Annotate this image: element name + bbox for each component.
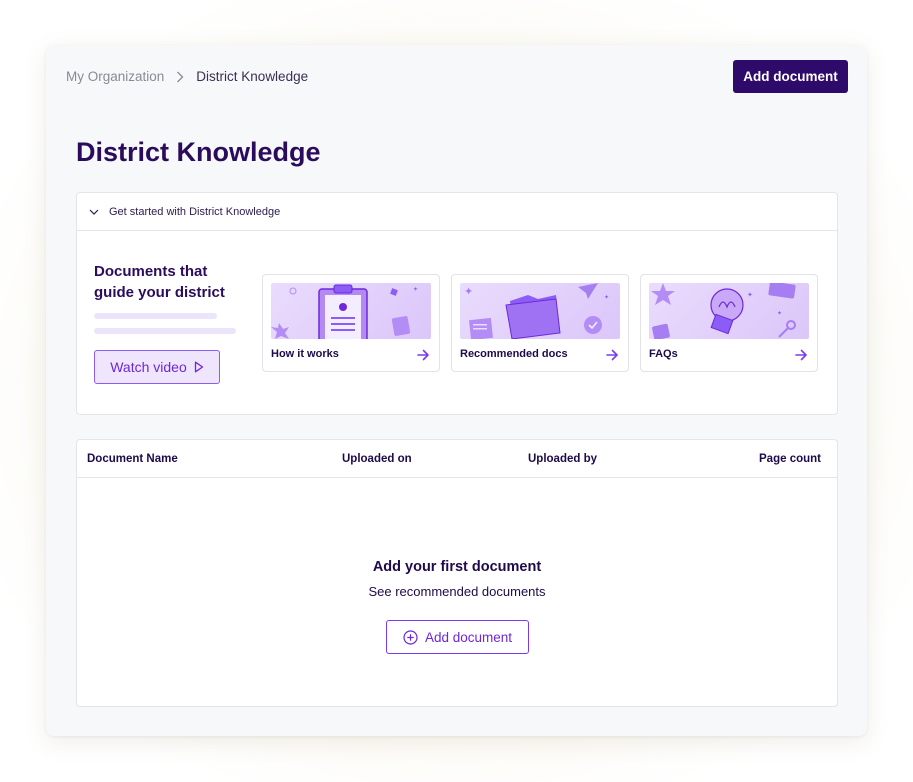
play-icon xyxy=(194,361,203,373)
folder-illustration: ✦ ✦ xyxy=(460,283,620,339)
get-started-toggle[interactable]: Get started with District Knowledge xyxy=(77,193,837,231)
arrow-right-icon xyxy=(795,349,807,361)
clipboard-illustration: ✦ xyxy=(271,283,431,339)
faqs-card[interactable]: ✦ ✦ FAQs xyxy=(640,274,818,372)
add-document-button-label: Add document xyxy=(424,629,513,645)
breadcrumb: My Organization District Knowledge xyxy=(66,69,308,84)
chevron-right-icon xyxy=(177,71,184,82)
add-document-button[interactable]: Add document xyxy=(386,620,529,654)
lightbulb-illustration: ✦ ✦ xyxy=(649,283,809,339)
placeholder-line xyxy=(94,313,217,319)
lightbulb-icon: ✦ ✦ xyxy=(651,283,796,339)
table-header: Document Name Uploaded on Uploaded by Pa… xyxy=(77,440,837,478)
svg-text:✦: ✦ xyxy=(777,310,782,317)
how-it-works-card[interactable]: ✦ How it works xyxy=(262,274,440,372)
clipboard-icon: ✦ xyxy=(271,284,418,339)
breadcrumb-current: District Knowledge xyxy=(196,69,309,84)
plus-circle-icon xyxy=(403,629,418,645)
folder-icon: ✦ ✦ xyxy=(464,283,609,339)
get-started-toggle-label: Get started with District Knowledge xyxy=(109,205,281,218)
recommended-docs-card[interactable]: ✦ ✦ Recommended docs xyxy=(451,274,629,372)
recommended-documents-link[interactable]: See recommended documents xyxy=(77,584,837,599)
watch-video-button[interactable]: Watch video xyxy=(94,350,220,384)
column-header-uploaded-on[interactable]: Uploaded on xyxy=(342,453,412,465)
card-label: FAQs xyxy=(649,348,678,360)
svg-text:✦: ✦ xyxy=(464,285,473,298)
documents-table: Document Name Uploaded on Uploaded by Pa… xyxy=(76,439,838,707)
breadcrumb-root-link[interactable]: My Organization xyxy=(66,69,164,84)
empty-state-title: Add your first document xyxy=(372,559,542,575)
column-header-uploaded-by[interactable]: Uploaded by xyxy=(528,453,597,465)
placeholder-line xyxy=(94,328,236,334)
app-window: My Organization District Knowledge Add d… xyxy=(46,45,867,736)
watch-video-label: Watch video xyxy=(110,359,187,375)
svg-text:✦: ✦ xyxy=(604,294,609,301)
card-label: Recommended docs xyxy=(460,348,568,360)
arrow-right-icon xyxy=(417,349,429,361)
chevron-down-icon xyxy=(89,209,99,215)
get-started-panel: Get started with District Knowledge Docu… xyxy=(76,192,838,415)
intro-title: Documents that guide your district xyxy=(94,263,225,301)
svg-text:✦: ✦ xyxy=(413,286,418,293)
svg-text:✦: ✦ xyxy=(747,291,753,299)
add-document-header-button[interactable]: Add document xyxy=(733,60,848,93)
column-header-page-count[interactable]: Page count xyxy=(759,453,821,465)
column-header-document-name[interactable]: Document Name xyxy=(87,453,178,465)
get-started-intro: Documents that guide your district xyxy=(94,261,244,334)
page-title: District Knowledge xyxy=(76,137,321,167)
arrow-right-icon xyxy=(606,349,618,361)
card-label: How it works xyxy=(271,348,339,360)
